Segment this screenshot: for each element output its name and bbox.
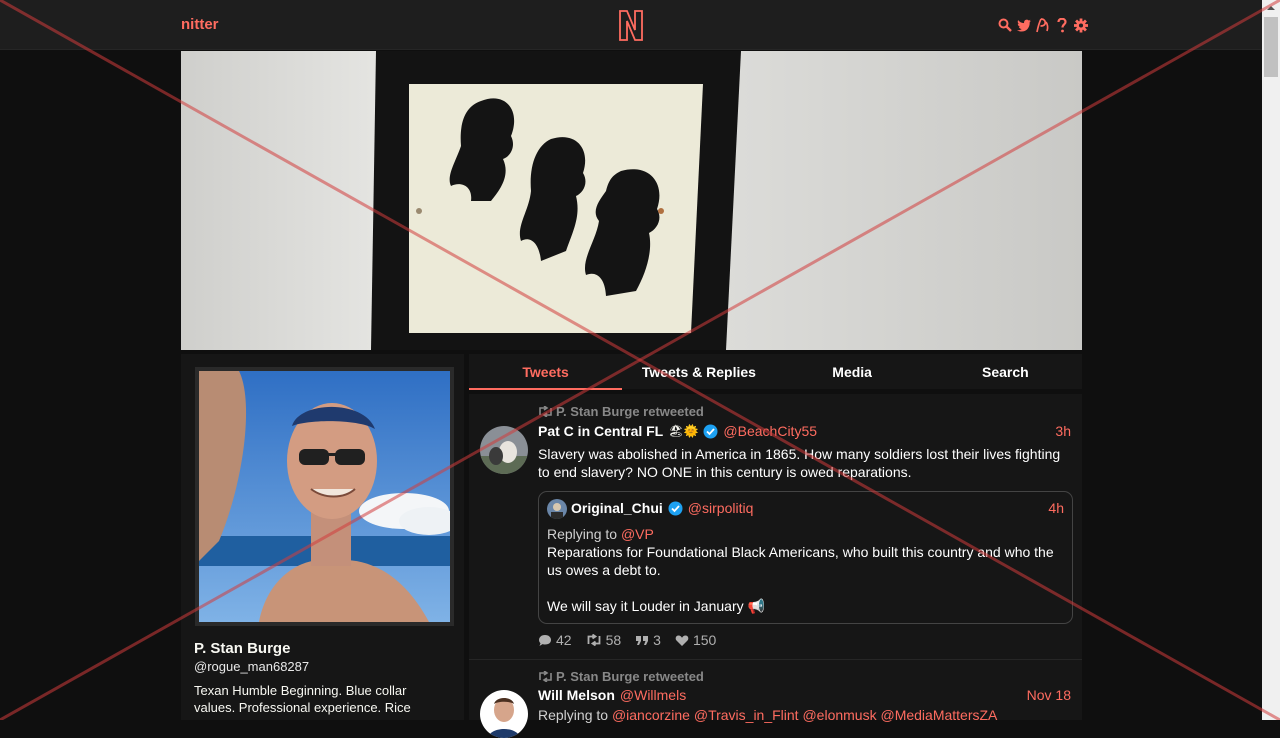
nitter-logo-icon[interactable] [617,8,645,42]
quote-line: us owes a debt to. [547,562,661,578]
page-scrollbar[interactable] [1262,0,1280,720]
profile-tabs: Tweets Tweets & Replies Media Search [469,354,1082,390]
settings-icon[interactable] [1074,17,1088,33]
brand-link[interactable]: nitter [181,16,219,33]
heart-icon [675,635,689,646]
tweet-stats: 42 58 3 150 [538,632,716,648]
timeline-item[interactable]: P. Stan Burge retweeted Pat C in Central… [469,394,1082,660]
quote-fullname[interactable]: Original_Chui [571,500,663,516]
timeline-item[interactable]: P. Stan Burge retweeted Will Melson @Wil… [469,660,1082,738]
scrollbar-thumb[interactable] [1264,17,1278,77]
retweet-icon [539,671,552,682]
replying-label: Replying to [538,707,609,723]
tweet-name-emoji: 🏖🌞 [668,424,699,438]
like-count: 150 [692,632,717,648]
tweet-username[interactable]: @BeachCity55 [723,423,817,439]
retweet-header-text: P. Stan Burge retweeted [556,669,704,684]
profile-fullname[interactable]: P. Stan Burge [194,640,290,657]
retweet-header: P. Stan Burge retweeted [538,404,704,419]
profile-bio: Texan Humble Beginning. Blue collar valu… [194,683,411,715]
quote-icon [636,635,649,645]
tweet-header: Pat C in Central FL 🏖🌞 @BeachCity55 [538,423,817,439]
retweet-icon [539,406,552,417]
quote-count: 3 [653,632,661,648]
replying-mentions[interactable]: @iancorzine @Travis_in_Flint @elonmusk @… [612,707,997,723]
quote-content: Reparations for Foundational Black Ameri… [547,543,1062,615]
tweet-avatar[interactable] [480,690,528,738]
scroll-up-arrow-icon[interactable] [1262,0,1280,17]
quote-avatar[interactable] [547,499,567,519]
like-stat[interactable]: 150 [675,632,716,648]
profile-avatar[interactable] [195,367,454,626]
profile-card: P. Stan Burge @rogue_man68287 Texan Humb… [181,354,464,720]
twitter-bird-icon[interactable] [1017,17,1031,33]
quote-line: We will say it Louder in January 📢 [547,598,765,614]
tweet-date[interactable]: 3h [1055,423,1071,439]
tab-tweets-replies[interactable]: Tweets & Replies [622,354,775,389]
rss-icon[interactable] [1036,17,1050,33]
tab-media[interactable]: Media [776,354,929,389]
search-icon[interactable] [998,17,1012,33]
nav-icon-group [998,16,1088,34]
quote-username[interactable]: @sirpolitiq [688,500,754,516]
reply-count: 42 [556,632,572,648]
help-icon[interactable] [1055,17,1069,33]
profile-banner-image[interactable] [181,51,1082,350]
tweet-date[interactable]: Nov 18 [1027,687,1071,703]
quote-date[interactable]: 4h [1048,500,1064,516]
retweet-count: 58 [605,632,622,648]
quote-line [547,579,1062,597]
tweet-header: Will Melson @Willmels [538,687,686,703]
tweet-content: Slavery was abolished in America in 1865… [538,446,1061,480]
retweet-header: P. Stan Burge retweeted [538,669,704,684]
quote-tweet[interactable]: Original_Chui @sirpolitiq 4h Replying to… [538,491,1073,624]
replying-mention[interactable]: @VP [621,526,654,542]
quote-header: Original_Chui @sirpolitiq [571,500,753,516]
tweet-fullname[interactable]: Will Melson [538,687,615,703]
quote-replying-to: Replying to @VP [547,526,654,542]
retweet-icon [587,634,600,646]
quote-line: Reparations for Foundational Black Ameri… [547,544,1054,560]
tweet-avatar[interactable] [480,426,528,474]
retweet-header-text: P. Stan Burge retweeted [556,404,704,419]
verified-icon [703,424,718,438]
tweet-replying-to: Replying to @iancorzine @Travis_in_Flint… [538,707,997,723]
profile-username[interactable]: @rogue_man68287 [194,659,309,674]
tab-tweets[interactable]: Tweets [469,354,623,390]
tab-search[interactable]: Search [929,354,1082,389]
timeline: Tweets Tweets & Replies Media Search P. … [469,354,1082,738]
top-navbar: nitter [0,0,1262,50]
reply-stat[interactable]: 42 [538,632,572,648]
verified-icon [668,501,683,515]
quote-stat[interactable]: 3 [635,632,661,648]
tweet-fullname[interactable]: Pat C in Central FL [538,423,663,439]
replying-label: Replying to [547,526,618,542]
retweet-stat[interactable]: 58 [586,632,622,648]
tweet-username[interactable]: @Willmels [620,687,686,703]
comment-icon [539,634,551,646]
